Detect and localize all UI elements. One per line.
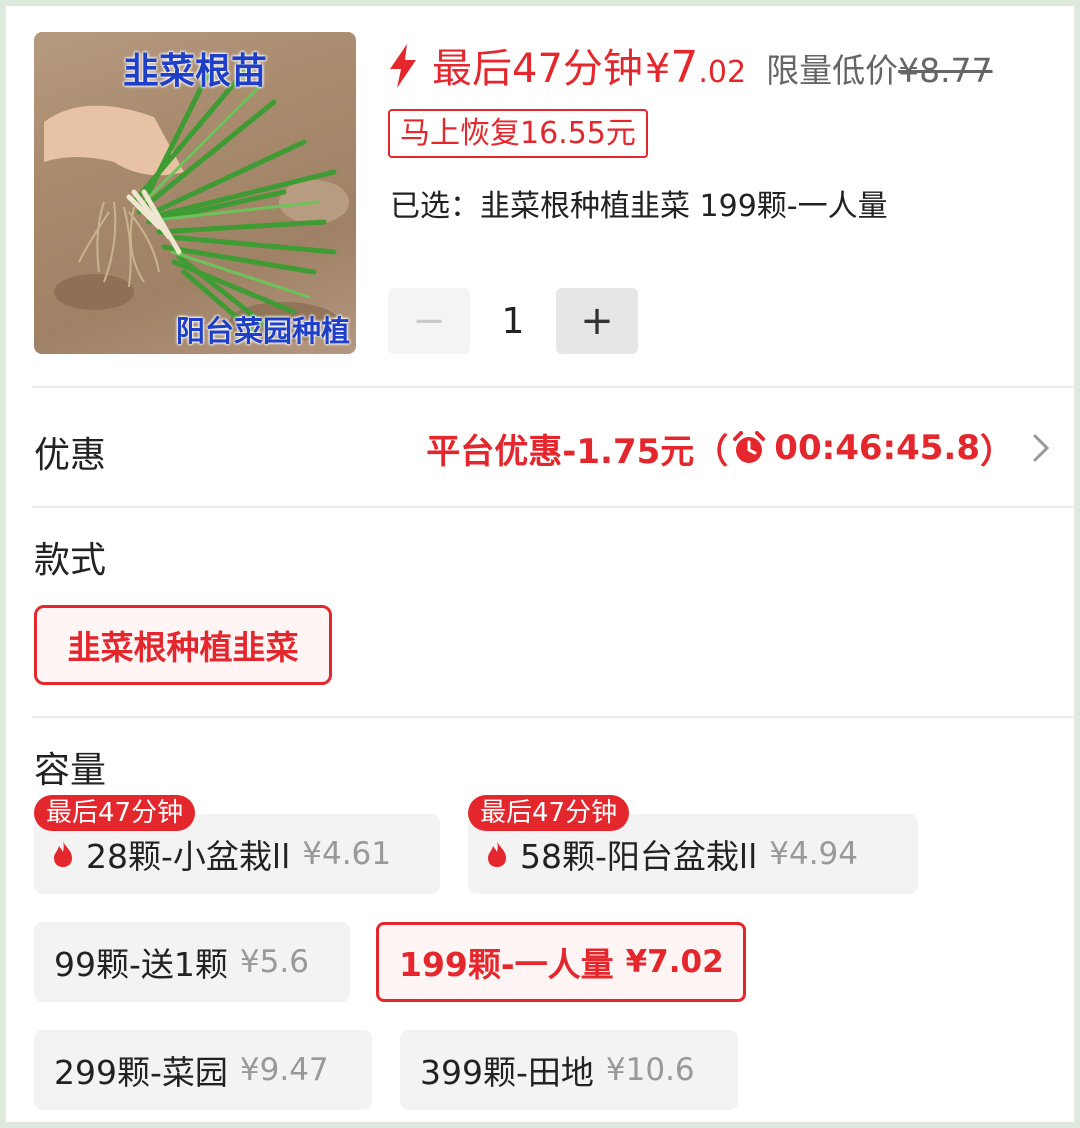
capacity-option-99[interactable]: 99颗-送1颗 ¥5.6	[34, 922, 350, 1002]
flame-icon	[488, 841, 506, 867]
option-price: ¥5.6	[239, 944, 309, 980]
option-name: 399颗-田地	[420, 1053, 594, 1092]
image-caption-bottom: 阳台菜园种植	[175, 314, 350, 348]
capacity-label: 容量	[34, 750, 107, 791]
chevron-right-icon	[1033, 434, 1050, 462]
style-option-selected[interactable]: 韭菜根种植韭菜	[34, 605, 332, 685]
promo-label: 优惠	[34, 435, 107, 476]
flash-price-int: 7	[670, 42, 699, 93]
product-image: 韭菜根苗 阳台菜园种植	[34, 32, 356, 354]
alarm-clock-icon	[733, 431, 766, 463]
divider	[32, 386, 1074, 388]
limit-label: 限量低价	[766, 51, 899, 90]
promo-text: 平台优惠-1.75元（	[426, 431, 729, 472]
option-name: 58颗-阳台盆栽ll	[520, 837, 758, 876]
flash-label: 最后47分钟	[432, 46, 643, 92]
promo-row[interactable]: 平台优惠-1.75元（ 00:46:45.8 ）	[426, 426, 1052, 472]
limit-price: ¥8.77	[898, 51, 993, 90]
option-price: ¥9.47	[239, 1052, 329, 1088]
option-price: ¥4.94	[769, 836, 858, 872]
quantity-stepper: − 1 +	[388, 288, 638, 354]
style-label: 款式	[34, 540, 107, 581]
option-name: 28颗-小盆栽ll	[86, 837, 291, 876]
plus-icon: +	[580, 298, 614, 344]
sku-sheet: 韭菜根苗 阳台菜园种植 最后47分钟 ¥ 7 .02 限量低价 ¥8.77 马上…	[6, 6, 1074, 1122]
capacity-option-399[interactable]: 399颗-田地 ¥10.6	[400, 1030, 738, 1110]
flash-badge: 最后47分钟	[468, 795, 630, 831]
capacity-option-199-selected[interactable]: 199颗-一人量 ¥7.02	[376, 922, 746, 1002]
capacity-option-299[interactable]: 299颗-菜园 ¥9.47	[34, 1030, 372, 1110]
option-price: ¥4.61	[302, 836, 391, 872]
option-price: ¥7.02	[625, 944, 724, 980]
image-caption-top: 韭菜根苗	[122, 51, 267, 92]
promo-suffix: ）	[980, 431, 1014, 472]
divider	[32, 716, 1074, 718]
flame-icon	[54, 841, 72, 867]
flash-currency: ¥	[644, 46, 671, 92]
decrease-button[interactable]: −	[388, 288, 470, 354]
bolt-icon	[390, 44, 416, 88]
flash-badge: 最后47分钟	[34, 795, 196, 831]
flash-price-row: 最后47分钟 ¥ 7 .02 限量低价 ¥8.77	[388, 36, 993, 96]
minus-icon: −	[412, 298, 446, 344]
restore-price-tag: 马上恢复16.55元	[388, 109, 648, 158]
flash-price-dec: .02	[698, 55, 747, 90]
selected-summary: 已选：韭菜根种植韭菜 199颗-一人量	[390, 189, 888, 224]
option-price: ¥10.6	[605, 1052, 695, 1088]
increase-button[interactable]: +	[556, 288, 638, 354]
quantity-value[interactable]: 1	[470, 301, 556, 342]
option-name: 99颗-送1颗	[54, 945, 228, 984]
option-name: 299颗-菜园	[54, 1053, 228, 1092]
divider	[32, 506, 1074, 508]
option-name: 199颗-一人量	[399, 945, 614, 984]
promo-countdown: 00:46:45.8	[774, 428, 980, 468]
